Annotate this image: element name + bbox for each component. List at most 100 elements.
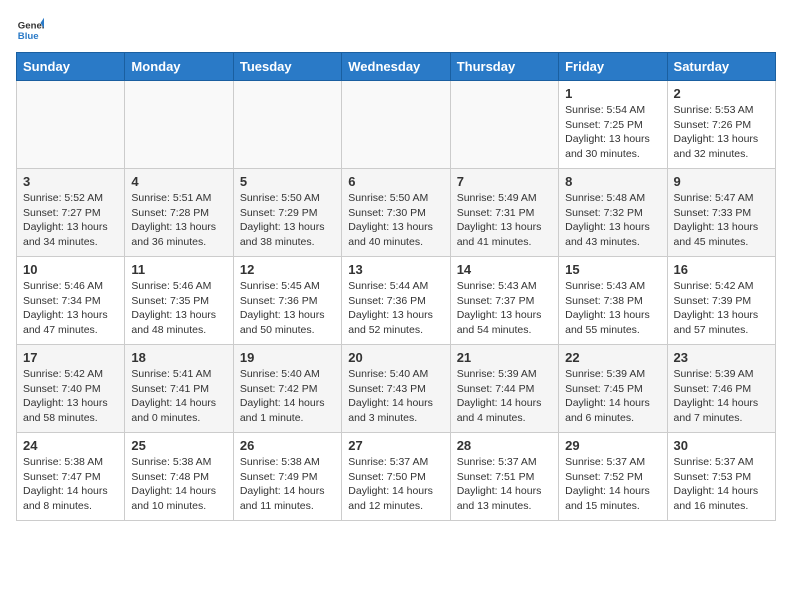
day-info: Sunrise: 5:48 AMSunset: 7:32 PMDaylight:… bbox=[565, 191, 660, 250]
calendar-cell: 4 Sunrise: 5:51 AMSunset: 7:28 PMDaylight… bbox=[125, 169, 233, 257]
svg-text:General: General bbox=[18, 20, 44, 31]
day-info: Sunrise: 5:39 AMSunset: 7:45 PMDaylight:… bbox=[565, 367, 660, 426]
day-number: 22 bbox=[565, 350, 660, 365]
day-info: Sunrise: 5:53 AMSunset: 7:26 PMDaylight:… bbox=[674, 103, 769, 162]
day-number: 15 bbox=[565, 262, 660, 277]
day-number: 7 bbox=[457, 174, 552, 189]
day-info: Sunrise: 5:37 AMSunset: 7:51 PMDaylight:… bbox=[457, 455, 552, 514]
day-info: Sunrise: 5:41 AMSunset: 7:41 PMDaylight:… bbox=[131, 367, 226, 426]
day-number: 3 bbox=[23, 174, 118, 189]
calendar-cell: 2 Sunrise: 5:53 AMSunset: 7:26 PMDaylight… bbox=[667, 81, 775, 169]
calendar-cell: 24 Sunrise: 5:38 AMSunset: 7:47 PMDayligh… bbox=[17, 433, 125, 521]
day-number: 16 bbox=[674, 262, 769, 277]
day-info: Sunrise: 5:42 AMSunset: 7:39 PMDaylight:… bbox=[674, 279, 769, 338]
calendar-cell: 17 Sunrise: 5:42 AMSunset: 7:40 PMDayligh… bbox=[17, 345, 125, 433]
weekday-header-saturday: Saturday bbox=[667, 53, 775, 81]
day-info: Sunrise: 5:38 AMSunset: 7:47 PMDaylight:… bbox=[23, 455, 118, 514]
day-info: Sunrise: 5:37 AMSunset: 7:52 PMDaylight:… bbox=[565, 455, 660, 514]
day-number: 27 bbox=[348, 438, 443, 453]
day-info: Sunrise: 5:38 AMSunset: 7:48 PMDaylight:… bbox=[131, 455, 226, 514]
calendar-cell: 15Sunrise: 5:43 AMSunset: 7:38 PMDayligh… bbox=[559, 257, 667, 345]
day-info: Sunrise: 5:43 AMSunset: 7:37 PMDaylight:… bbox=[457, 279, 552, 338]
day-info: Sunrise: 5:45 AMSunset: 7:36 PMDaylight:… bbox=[240, 279, 335, 338]
day-info: Sunrise: 5:40 AMSunset: 7:43 PMDaylight:… bbox=[348, 367, 443, 426]
calendar-cell bbox=[17, 81, 125, 169]
calendar-cell bbox=[342, 81, 450, 169]
day-info: Sunrise: 5:47 AMSunset: 7:33 PMDaylight:… bbox=[674, 191, 769, 250]
calendar-cell: 5Sunrise: 5:50 AMSunset: 7:29 PMDaylight… bbox=[233, 169, 341, 257]
day-number: 2 bbox=[674, 86, 769, 101]
day-number: 20 bbox=[348, 350, 443, 365]
day-info: Sunrise: 5:42 AMSunset: 7:40 PMDaylight:… bbox=[23, 367, 118, 426]
day-number: 6 bbox=[348, 174, 443, 189]
week-row-1: 1 Sunrise: 5:54 AMSunset: 7:25 PMDaylight… bbox=[17, 81, 776, 169]
day-info: Sunrise: 5:54 AMSunset: 7:25 PMDaylight:… bbox=[565, 103, 660, 162]
day-info: Sunrise: 5:46 AMSunset: 7:34 PMDaylight:… bbox=[23, 279, 118, 338]
page-header: General Blue bbox=[16, 16, 776, 44]
week-row-3: 10Sunrise: 5:46 AMSunset: 7:34 PMDayligh… bbox=[17, 257, 776, 345]
day-info: Sunrise: 5:39 AMSunset: 7:44 PMDaylight:… bbox=[457, 367, 552, 426]
day-info: Sunrise: 5:49 AMSunset: 7:31 PMDaylight:… bbox=[457, 191, 552, 250]
calendar-cell: 30Sunrise: 5:37 AMSunset: 7:53 PMDayligh… bbox=[667, 433, 775, 521]
calendar-cell: 28 Sunrise: 5:37 AMSunset: 7:51 PMDayligh… bbox=[450, 433, 558, 521]
calendar-cell: 1 Sunrise: 5:54 AMSunset: 7:25 PMDaylight… bbox=[559, 81, 667, 169]
calendar-cell: 13 Sunrise: 5:44 AMSunset: 7:36 PMDayligh… bbox=[342, 257, 450, 345]
calendar-cell: 21 Sunrise: 5:39 AMSunset: 7:44 PMDayligh… bbox=[450, 345, 558, 433]
logo: General Blue bbox=[16, 16, 44, 44]
weekday-header-monday: Monday bbox=[125, 53, 233, 81]
day-number: 17 bbox=[23, 350, 118, 365]
weekday-header-friday: Friday bbox=[559, 53, 667, 81]
day-info: Sunrise: 5:46 AMSunset: 7:35 PMDaylight:… bbox=[131, 279, 226, 338]
calendar-cell: 9 Sunrise: 5:47 AMSunset: 7:33 PMDaylight… bbox=[667, 169, 775, 257]
calendar-cell: 27 Sunrise: 5:37 AMSunset: 7:50 PMDayligh… bbox=[342, 433, 450, 521]
day-number: 13 bbox=[348, 262, 443, 277]
day-number: 11 bbox=[131, 262, 226, 277]
calendar-cell: 14 Sunrise: 5:43 AMSunset: 7:37 PMDayligh… bbox=[450, 257, 558, 345]
day-number: 24 bbox=[23, 438, 118, 453]
calendar-cell: 16 Sunrise: 5:42 AMSunset: 7:39 PMDayligh… bbox=[667, 257, 775, 345]
day-number: 8 bbox=[565, 174, 660, 189]
calendar-cell: 7 Sunrise: 5:49 AMSunset: 7:31 PMDaylight… bbox=[450, 169, 558, 257]
calendar-table: SundayMondayTuesdayWednesdayThursdayFrid… bbox=[16, 52, 776, 521]
weekday-header-row: SundayMondayTuesdayWednesdayThursdayFrid… bbox=[17, 53, 776, 81]
calendar-cell: 3Sunrise: 5:52 AMSunset: 7:27 PMDaylight… bbox=[17, 169, 125, 257]
calendar-cell: 8 Sunrise: 5:48 AMSunset: 7:32 PMDaylight… bbox=[559, 169, 667, 257]
day-number: 1 bbox=[565, 86, 660, 101]
day-info: Sunrise: 5:51 AMSunset: 7:28 PMDaylight:… bbox=[131, 191, 226, 250]
day-number: 19 bbox=[240, 350, 335, 365]
calendar-cell: 6Sunrise: 5:50 AMSunset: 7:30 PMDaylight… bbox=[342, 169, 450, 257]
day-number: 12 bbox=[240, 262, 335, 277]
day-number: 4 bbox=[131, 174, 226, 189]
weekday-header-sunday: Sunday bbox=[17, 53, 125, 81]
calendar-cell: 12 Sunrise: 5:45 AMSunset: 7:36 PMDayligh… bbox=[233, 257, 341, 345]
weekday-header-tuesday: Tuesday bbox=[233, 53, 341, 81]
day-info: Sunrise: 5:38 AMSunset: 7:49 PMDaylight:… bbox=[240, 455, 335, 514]
day-info: Sunrise: 5:44 AMSunset: 7:36 PMDaylight:… bbox=[348, 279, 443, 338]
day-number: 21 bbox=[457, 350, 552, 365]
day-number: 26 bbox=[240, 438, 335, 453]
day-number: 9 bbox=[674, 174, 769, 189]
svg-text:Blue: Blue bbox=[18, 31, 39, 42]
calendar-cell: 29 Sunrise: 5:37 AMSunset: 7:52 PMDayligh… bbox=[559, 433, 667, 521]
week-row-2: 3Sunrise: 5:52 AMSunset: 7:27 PMDaylight… bbox=[17, 169, 776, 257]
weekday-header-wednesday: Wednesday bbox=[342, 53, 450, 81]
week-row-4: 17 Sunrise: 5:42 AMSunset: 7:40 PMDayligh… bbox=[17, 345, 776, 433]
calendar-cell: 10Sunrise: 5:46 AMSunset: 7:34 PMDayligh… bbox=[17, 257, 125, 345]
calendar-cell: 23 Sunrise: 5:39 AMSunset: 7:46 PMDayligh… bbox=[667, 345, 775, 433]
day-info: Sunrise: 5:37 AMSunset: 7:53 PMDaylight:… bbox=[674, 455, 769, 514]
day-info: Sunrise: 5:37 AMSunset: 7:50 PMDaylight:… bbox=[348, 455, 443, 514]
calendar-cell bbox=[125, 81, 233, 169]
day-number: 29 bbox=[565, 438, 660, 453]
day-number: 18 bbox=[131, 350, 226, 365]
calendar-cell: 18 Sunrise: 5:41 AMSunset: 7:41 PMDayligh… bbox=[125, 345, 233, 433]
day-info: Sunrise: 5:39 AMSunset: 7:46 PMDaylight:… bbox=[674, 367, 769, 426]
logo-icon: General Blue bbox=[16, 16, 44, 44]
calendar-cell: 25Sunrise: 5:38 AMSunset: 7:48 PMDayligh… bbox=[125, 433, 233, 521]
calendar-cell: 19 Sunrise: 5:40 AMSunset: 7:42 PMDayligh… bbox=[233, 345, 341, 433]
calendar-cell: 11 Sunrise: 5:46 AMSunset: 7:35 PMDayligh… bbox=[125, 257, 233, 345]
day-number: 28 bbox=[457, 438, 552, 453]
day-number: 23 bbox=[674, 350, 769, 365]
day-number: 14 bbox=[457, 262, 552, 277]
calendar-cell: 20 Sunrise: 5:40 AMSunset: 7:43 PMDayligh… bbox=[342, 345, 450, 433]
day-info: Sunrise: 5:40 AMSunset: 7:42 PMDaylight:… bbox=[240, 367, 335, 426]
